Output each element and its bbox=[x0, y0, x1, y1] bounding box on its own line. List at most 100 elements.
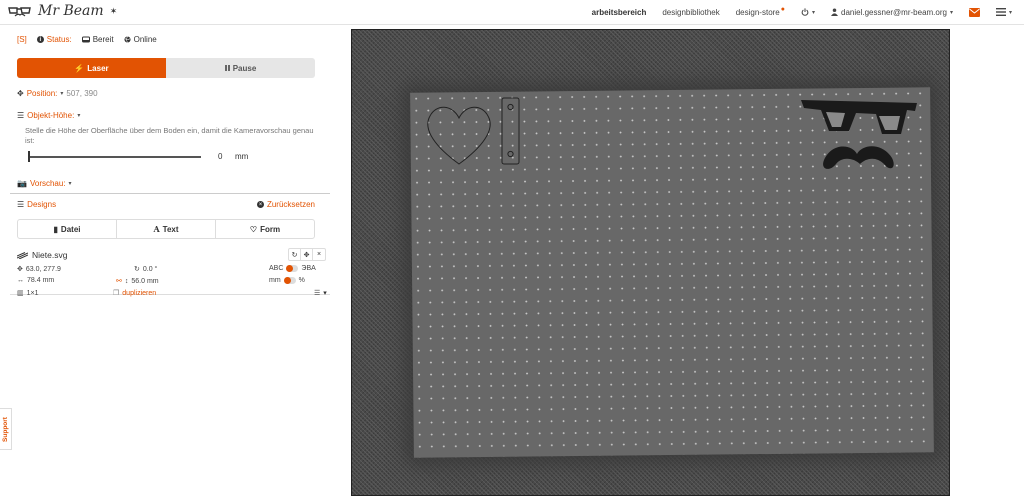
add-text-button[interactable]: A Text bbox=[117, 220, 216, 238]
info-icon: i bbox=[36, 36, 44, 43]
chevron-down-icon: ▾ bbox=[949, 9, 953, 16]
designs-header: ☰ Designs × Zurücksetzen bbox=[17, 200, 315, 209]
heart-icon: ♡ bbox=[249, 224, 258, 234]
unit-right-label: % bbox=[298, 277, 305, 284]
top-navbar: Mr Beam ✶ arbeitsbereich designbibliothe… bbox=[0, 0, 1024, 25]
mirror-switch[interactable] bbox=[286, 265, 299, 272]
designs-label: Designs bbox=[27, 200, 57, 209]
support-label: Support bbox=[2, 416, 10, 442]
design-rotation[interactable]: ↻ 0.0 ° bbox=[134, 265, 158, 274]
design-rotation-value: 0.0 ° bbox=[142, 265, 158, 273]
mirror-left-label: ABC bbox=[269, 265, 284, 272]
connection-status: Online bbox=[124, 35, 157, 44]
object-height-value: 0 bbox=[218, 152, 223, 161]
design-filename: Niete.svg bbox=[32, 250, 68, 260]
power-icon bbox=[801, 8, 809, 16]
nav-hamburger-menu[interactable]: ▾ bbox=[988, 0, 1024, 24]
nav-label: design-store bbox=[735, 7, 780, 17]
divider bbox=[10, 193, 330, 194]
status-info[interactable]: i Status: bbox=[36, 35, 72, 44]
object-height-slider-track[interactable] bbox=[29, 156, 201, 158]
camera-icon: 📷 bbox=[17, 179, 27, 188]
object-height-unit: mm bbox=[235, 152, 249, 161]
rivet-shape bbox=[501, 97, 520, 165]
nav-user-menu[interactable]: daniel.gessner@mr-beam.org ▾ bbox=[823, 0, 961, 24]
link-icon[interactable]: ⚯ bbox=[116, 277, 122, 285]
logo[interactable]: Mr Beam ✶ bbox=[8, 3, 117, 19]
design-title: Niete.svg bbox=[17, 250, 67, 260]
height-arrows-icon: ↕ bbox=[124, 277, 129, 285]
unit-switch[interactable] bbox=[283, 277, 296, 284]
hamburger-icon bbox=[995, 8, 1006, 16]
status-row: [S] i Status: Bereit Online bbox=[17, 35, 157, 44]
close-icon[interactable]: × bbox=[313, 249, 325, 260]
logo-text: Mr Beam bbox=[38, 3, 104, 19]
add-file-button[interactable]: ▮ Datei bbox=[18, 220, 117, 238]
crosshair-icon: ✥ bbox=[17, 266, 23, 273]
nav-power-menu[interactable]: ▾ bbox=[793, 0, 823, 24]
mirror-toggle[interactable]: ABC ЭBA bbox=[269, 265, 316, 272]
user-email: daniel.gessner@mr-beam.org bbox=[841, 7, 947, 17]
nav-arbeitsbereich[interactable]: arbeitsbereich bbox=[584, 0, 655, 24]
nav-mail[interactable] bbox=[961, 0, 988, 24]
tab-laser[interactable]: ⚡ Laser bbox=[17, 58, 166, 78]
object-height-slider-handle[interactable] bbox=[28, 151, 30, 162]
glasses-icon bbox=[8, 7, 31, 17]
reset-button[interactable]: × Zurücksetzen bbox=[256, 200, 315, 209]
add-design-buttons: ▮ Datei A Text ♡ Form bbox=[17, 219, 315, 239]
chevron-down-icon: ▾ bbox=[812, 9, 816, 16]
preview-row[interactable]: 📷 Vorschau: ▾ bbox=[17, 179, 72, 188]
design-menu-button[interactable]: ☰ ▾ bbox=[314, 289, 327, 297]
pause-icon bbox=[224, 65, 230, 71]
design-grid[interactable]: ▥ 1×1 bbox=[17, 289, 39, 298]
duplicate-button[interactable]: ❐ duplizieren bbox=[113, 289, 157, 298]
position-toggle[interactable]: Position: bbox=[27, 89, 58, 98]
design-list-item[interactable]: Niete.svg ↻ ✥ × ✥ 63.0, 277.9 ↻ 0.0 ° ABC Э… bbox=[10, 247, 330, 298]
globe-icon bbox=[124, 36, 131, 43]
close-circle-icon: × bbox=[256, 201, 264, 208]
chevron-down-icon[interactable]: ▾ bbox=[69, 180, 72, 187]
rotate-icon[interactable]: ↻ bbox=[289, 249, 301, 260]
object-height-row[interactable]: ☰ Objekt-Höhe: ▾ bbox=[17, 111, 80, 120]
design-tools: ↻ ✥ × bbox=[288, 248, 326, 261]
position-value: 507, 390 bbox=[66, 89, 98, 98]
nav-design-store[interactable]: design-store ● bbox=[728, 0, 793, 24]
duplicate-label: duplizieren bbox=[122, 289, 157, 297]
rivet-hole-top bbox=[507, 103, 514, 111]
unit-left-label: mm bbox=[269, 277, 281, 284]
chevron-down-icon[interactable]: ▾ bbox=[60, 90, 63, 97]
font-icon: A bbox=[153, 224, 160, 234]
design-width[interactable]: ↔ 78.4 mm bbox=[17, 277, 54, 284]
drive-icon bbox=[81, 36, 90, 43]
camera-preview[interactable] bbox=[351, 29, 950, 496]
notification-dot-icon: ● bbox=[780, 5, 785, 13]
glasses-engraving bbox=[801, 100, 917, 134]
envelope-icon bbox=[968, 7, 980, 17]
grid-icon: ▥ bbox=[17, 290, 24, 297]
design-height[interactable]: ⚯ ↕ 56.0 mm bbox=[116, 277, 159, 286]
nav-designbibliothek[interactable]: designbibliothek bbox=[654, 0, 727, 24]
design-height-value: 56.0 mm bbox=[131, 277, 159, 285]
move-icon[interactable]: ✥ bbox=[301, 249, 313, 260]
design-overlay bbox=[427, 97, 917, 169]
support-tab[interactable]: Support bbox=[0, 408, 12, 450]
sparkle-icon: ✶ bbox=[109, 5, 118, 16]
heart-shape bbox=[427, 106, 491, 165]
status-state: Bereit bbox=[81, 35, 114, 44]
laser-icon: ⚡ bbox=[74, 63, 85, 73]
preview-toggle[interactable]: Vorschau: bbox=[30, 179, 66, 188]
tab-pause[interactable]: Pause bbox=[166, 58, 315, 78]
shortcut-hint[interactable]: [S] bbox=[17, 35, 27, 44]
design-position[interactable]: ✥ 63.0, 277.9 bbox=[17, 265, 61, 274]
unit-toggle[interactable]: mm% bbox=[269, 277, 305, 284]
add-shape-button[interactable]: ♡ Form bbox=[216, 220, 314, 238]
file-icon: ▮ bbox=[53, 224, 58, 234]
add-file-label: Datei bbox=[60, 224, 81, 234]
width-arrows-icon: ↔ bbox=[17, 277, 24, 284]
object-height-toggle[interactable]: Objekt-Höhe: bbox=[27, 111, 74, 120]
chevron-down-icon[interactable]: ▾ bbox=[77, 112, 80, 119]
tab-pause-label: Pause bbox=[232, 63, 257, 73]
crosshair-icon: ✥ bbox=[17, 89, 24, 98]
designs-toggle[interactable]: ☰ Designs bbox=[17, 200, 56, 209]
rivet-hole-bottom bbox=[507, 150, 514, 158]
